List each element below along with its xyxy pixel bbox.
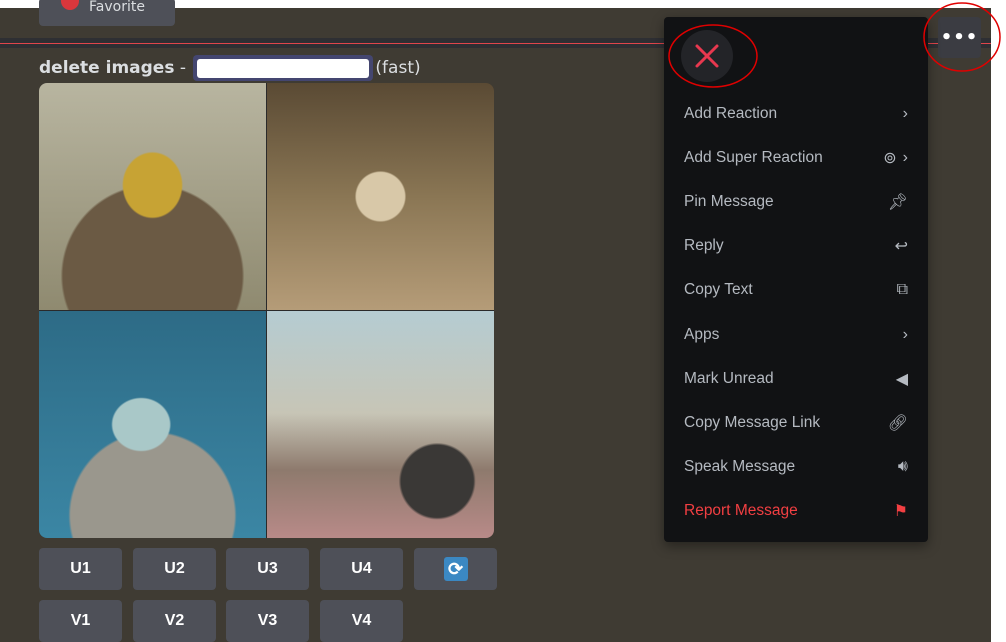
speak-icon: 🔊︎: [897, 458, 908, 475]
prompt-text: delete images: [39, 58, 175, 78]
upscale-3-button[interactable]: U3: [226, 548, 309, 590]
chevron-right-icon: ›: [902, 149, 908, 166]
more-options-button[interactable]: •••: [938, 17, 981, 58]
link-icon: 🔗︎: [887, 415, 908, 432]
chevron-right-icon: ›: [902, 105, 908, 122]
generated-image-3[interactable]: [39, 311, 266, 538]
pin-icon: 📌︎: [887, 194, 908, 211]
menu-item-copy-text[interactable]: Copy Text ⧉: [672, 272, 920, 308]
heart-icon: [61, 0, 79, 10]
variation-3-button[interactable]: V3: [226, 600, 309, 642]
generated-image-4[interactable]: [267, 311, 494, 538]
reroll-button[interactable]: ⟳: [414, 548, 497, 590]
upscale-4-button[interactable]: U4: [320, 548, 403, 590]
message-context-menu: Add Reaction › Add Super Reaction ⊚ › Pin M…: [664, 17, 928, 542]
close-button[interactable]: [681, 30, 733, 82]
menu-item-speak-message[interactable]: Speak Message 🔊︎: [672, 449, 920, 485]
message-header: delete images - (fast): [39, 55, 421, 81]
variation-4-button[interactable]: V4: [320, 600, 403, 642]
reply-icon: ↩: [894, 238, 908, 255]
menu-item-apps[interactable]: Apps ›: [672, 317, 920, 353]
close-icon: [695, 44, 719, 68]
menu-item-pin-message[interactable]: Pin Message 📌︎: [672, 184, 920, 220]
upscale-1-button[interactable]: U1: [39, 548, 122, 590]
mode-text: (fast): [375, 58, 421, 78]
redacted-mention: [193, 55, 374, 81]
generated-image-1[interactable]: [39, 83, 266, 310]
image-grid[interactable]: [39, 83, 494, 538]
menu-item-add-super-reaction[interactable]: Add Super Reaction ⊚ ›: [672, 140, 920, 176]
chevron-right-icon: ›: [902, 326, 908, 343]
menu-item-add-reaction[interactable]: Add Reaction ›: [672, 96, 920, 132]
favorite-button[interactable]: Favorite: [39, 0, 175, 26]
menu-item-copy-message-link[interactable]: Copy Message Link 🔗︎: [672, 405, 920, 441]
upscale-2-button[interactable]: U2: [133, 548, 216, 590]
mark-unread-icon: ◀: [895, 371, 908, 388]
menu-item-report-message[interactable]: Report Message ⚑: [672, 493, 920, 529]
refresh-icon: ⟳: [443, 557, 468, 581]
variation-2-button[interactable]: V2: [133, 600, 216, 642]
variation-1-button[interactable]: V1: [39, 600, 122, 642]
super-reaction-icon: ⊚: [883, 150, 897, 167]
generated-image-2[interactable]: [267, 83, 494, 310]
menu-item-mark-unread[interactable]: Mark Unread ◀: [672, 361, 920, 397]
flag-icon: ⚑: [893, 503, 908, 520]
menu-item-reply[interactable]: Reply ↩: [672, 228, 920, 264]
copy-icon: ⧉: [896, 281, 908, 298]
